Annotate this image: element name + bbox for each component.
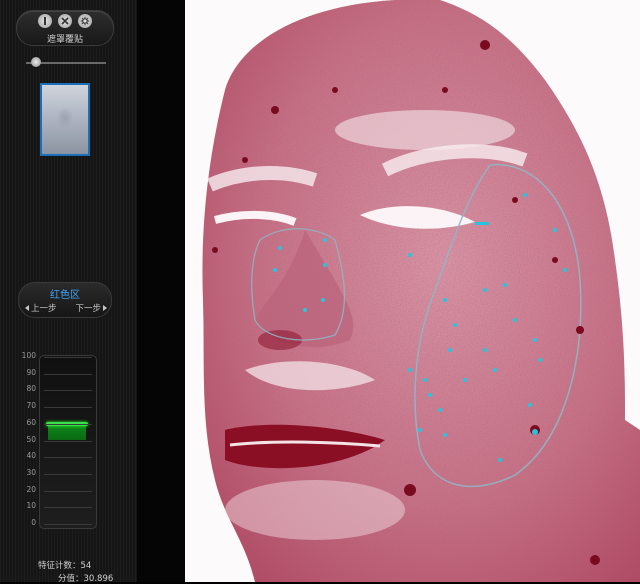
app-window: 遮罩覆贴 红色区 上一步 下一步 100 90 80 70 60 50 40 30 20 10 0 … bbox=[0, 0, 640, 584]
settings-icon[interactable] bbox=[78, 14, 92, 28]
gauge-scale-label: 80 bbox=[26, 384, 36, 394]
region-navigator: 红色区 上一步 下一步 bbox=[18, 282, 112, 318]
close-icon[interactable] bbox=[58, 14, 72, 28]
mask-overlay-panel: 遮罩覆贴 bbox=[16, 10, 114, 46]
gauge-scale-label: 100 bbox=[21, 351, 36, 360]
gauge-scale-label: 60 bbox=[26, 417, 36, 427]
feature-count: 特征计数：54 bbox=[38, 561, 92, 571]
gauge-scale-label: 90 bbox=[26, 367, 36, 377]
gauge-scale-label: 20 bbox=[26, 484, 36, 494]
mask-overlay-label: 遮罩覆贴 bbox=[46, 35, 83, 45]
gauge-tick bbox=[44, 457, 92, 459]
gauge-scale-label: 10 bbox=[26, 501, 36, 511]
opacity-slider[interactable] bbox=[26, 57, 106, 67]
prev-step-button[interactable]: 上一步 bbox=[25, 302, 57, 314]
gauge-scale-label: 40 bbox=[26, 451, 36, 461]
gauge-tick bbox=[44, 423, 92, 425]
gauge-tick bbox=[44, 490, 92, 492]
gauge-scale-label: 0 bbox=[31, 518, 36, 527]
gauge-tick bbox=[44, 390, 92, 392]
gauge-tick bbox=[44, 440, 92, 442]
gauge-tick bbox=[44, 357, 92, 358]
gauge-tick bbox=[44, 407, 92, 409]
gauge-tick bbox=[44, 373, 92, 375]
arrow-right-icon bbox=[103, 305, 107, 311]
gauge-tick bbox=[44, 507, 92, 509]
tool-sidebar: 遮罩覆贴 红色区 上一步 下一步 100 90 80 70 60 50 40 30 20 10 0 … bbox=[0, 0, 138, 584]
opacity-icon[interactable] bbox=[38, 14, 52, 28]
analysis-canvas[interactable] bbox=[185, 0, 640, 582]
thumbnail-image bbox=[42, 85, 88, 154]
gauge-fill bbox=[48, 423, 86, 440]
arrow-left-icon bbox=[25, 305, 29, 311]
face-thumbnail[interactable] bbox=[40, 83, 90, 156]
slider-thumb[interactable] bbox=[31, 57, 41, 67]
gauge-tick bbox=[44, 473, 92, 475]
score-value: 分值：30.896 bbox=[58, 574, 114, 584]
region-title: 红色区 bbox=[50, 290, 80, 301]
sidebar-gutter bbox=[137, 0, 185, 582]
gauge-scale-label: 30 bbox=[26, 467, 36, 477]
gauge-scale-label: 50 bbox=[26, 434, 36, 444]
gauge-scale-label: 70 bbox=[26, 401, 36, 411]
threshold-gauge[interactable] bbox=[39, 355, 97, 529]
face-red-area-image bbox=[202, 0, 640, 582]
gauge-tick bbox=[44, 524, 92, 525]
next-step-button[interactable]: 下一步 bbox=[75, 302, 107, 314]
